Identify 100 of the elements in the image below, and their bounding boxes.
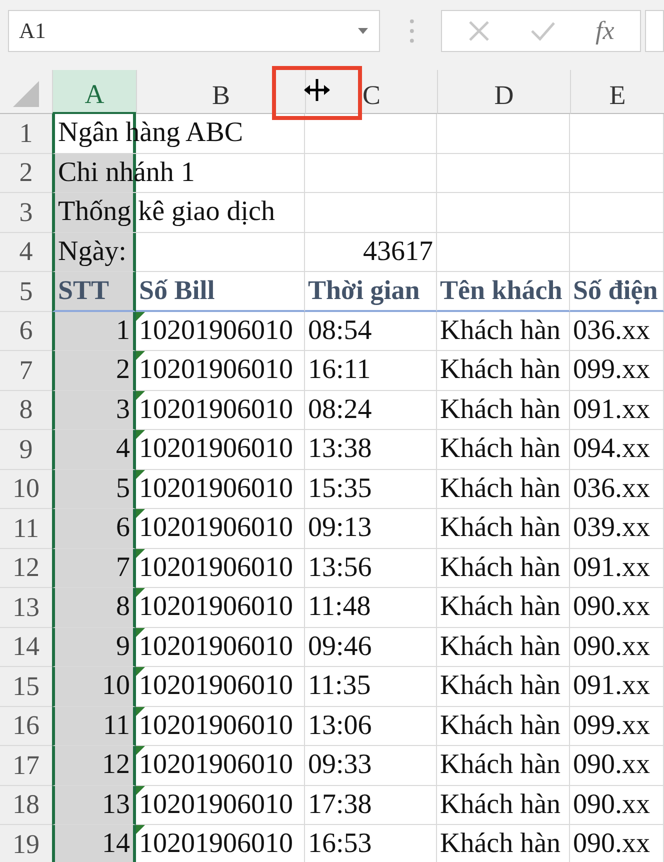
cell-text: 090.xx — [573, 630, 650, 663]
row-header[interactable]: 11 — [0, 509, 52, 548]
error-indicator-icon — [136, 509, 145, 518]
cell-text: Số Bill — [139, 275, 215, 306]
empty-cell[interactable] — [437, 232, 570, 272]
error-indicator-icon — [136, 588, 145, 597]
row-header[interactable]: 15 — [0, 667, 52, 706]
row-header[interactable]: 16 — [0, 706, 52, 746]
cell-text: 11 — [103, 710, 130, 742]
empty-cell[interactable] — [437, 154, 570, 193]
cell-text: 10201906010 — [139, 394, 293, 426]
cell-text: 10201906010 — [139, 630, 293, 663]
cell-text: 16:11 — [308, 354, 371, 386]
cell-text: 13:38 — [308, 433, 372, 466]
column-header[interactable]: E — [570, 70, 664, 114]
cell-text: Ngày: — [58, 236, 126, 268]
column-header[interactable]: B — [136, 70, 305, 114]
row-header[interactable]: 5 — [0, 272, 52, 312]
cell-text: 090.xx — [573, 749, 650, 782]
cell-text: Thời gian — [308, 275, 420, 306]
error-indicator-icon — [136, 390, 145, 400]
row-header[interactable]: 10 — [0, 470, 52, 509]
grip-icon — [408, 18, 415, 44]
error-indicator-icon — [136, 312, 145, 320]
row-header[interactable]: 2 — [0, 154, 52, 193]
cell-text: 6 — [116, 512, 130, 544]
cell-text: Số điện — [573, 275, 658, 306]
column-header[interactable]: C — [305, 70, 437, 114]
cell-text: 10201906010 — [139, 512, 293, 544]
cell-text: 9 — [116, 630, 130, 663]
error-indicator-icon — [136, 548, 145, 558]
cell-text: 10201906010 — [139, 710, 293, 742]
cell-text: Khách hàn — [440, 630, 561, 663]
cell-text: 3 — [116, 394, 130, 426]
cell-text: 090.xx — [573, 788, 650, 821]
cell-text: Khách hàn — [440, 828, 561, 860]
row-header[interactable]: 18 — [0, 786, 52, 825]
cell-text: 090.xx — [573, 828, 650, 860]
cancel-icon[interactable] — [466, 19, 491, 43]
cell-text: 10201906010 — [139, 591, 293, 624]
cell-text: 099.xx — [573, 354, 650, 386]
cell-text: 10201906010 — [139, 472, 293, 505]
row-header[interactable]: 7 — [0, 351, 52, 390]
row-header[interactable]: 12 — [0, 548, 52, 588]
cell-text: 11:48 — [308, 591, 371, 624]
empty-cell[interactable] — [570, 114, 664, 154]
cell-text: Khách hàn — [440, 433, 561, 466]
error-indicator-icon — [136, 746, 145, 755]
cell-text: Khách hàn — [440, 314, 561, 347]
cell-text: 036.xx — [573, 314, 650, 347]
cell-text: 43617 — [363, 236, 433, 268]
row-header[interactable]: 14 — [0, 628, 52, 667]
caret-icon[interactable] — [356, 27, 369, 35]
empty-cell[interactable] — [570, 232, 664, 272]
row-header[interactable]: 9 — [0, 430, 52, 470]
cell-text: Khách hàn — [440, 749, 561, 782]
cell-text: Khách hàn — [440, 354, 561, 386]
cell-text: 15:35 — [308, 472, 372, 505]
cell-text: 10201906010 — [139, 552, 293, 584]
cell-text: 094.xx — [573, 433, 650, 466]
cell-text: 5 — [116, 472, 130, 505]
row-header[interactable]: 4 — [0, 232, 52, 272]
cell-text: 10201906010 — [139, 314, 293, 347]
row-header[interactable]: 19 — [0, 825, 52, 862]
error-indicator-icon — [136, 667, 145, 676]
cell-text: Khách hàn — [440, 788, 561, 821]
cell-text: 4 — [116, 433, 130, 466]
cell-text: 039.xx — [573, 512, 650, 544]
row-header[interactable]: 1 — [0, 114, 52, 154]
formula-field[interactable] — [644, 10, 664, 52]
insert-function-button[interactable]: fx — [596, 16, 614, 46]
cell-text: 17:38 — [308, 788, 372, 821]
select-all-icon[interactable] — [11, 79, 41, 109]
cell-text: Khách hàn — [440, 394, 561, 426]
cell-text: 08:24 — [308, 394, 372, 426]
row-header[interactable]: 17 — [0, 746, 52, 786]
cell-text: 13:56 — [308, 552, 372, 584]
column-header[interactable]: D — [437, 70, 570, 114]
cell-text: 09:33 — [308, 749, 372, 782]
row-header[interactable]: 13 — [0, 588, 52, 628]
empty-cell[interactable] — [570, 193, 664, 232]
empty-cell[interactable] — [437, 114, 570, 154]
cell-text: 1 — [116, 314, 130, 347]
empty-cell[interactable] — [437, 193, 570, 232]
error-indicator-icon — [136, 470, 145, 478]
cell-text: 8 — [116, 591, 130, 624]
cell-text: Khách hàn — [440, 591, 561, 624]
row-header[interactable]: 6 — [0, 312, 52, 351]
name-box[interactable]: A1 — [8, 10, 380, 52]
cell-text: 036.xx — [573, 472, 650, 505]
row-header[interactable]: 8 — [0, 390, 52, 430]
cell-text: 10201906010 — [139, 749, 293, 782]
row-header[interactable]: 3 — [0, 193, 52, 232]
empty-cell[interactable] — [570, 154, 664, 193]
cell-text: 091.xx — [573, 552, 650, 584]
cell-text: 09:13 — [308, 512, 372, 544]
error-indicator-icon — [136, 351, 145, 360]
column-header[interactable]: A — [52, 70, 136, 114]
cell-text: 10201906010 — [139, 433, 293, 466]
cell-text: 13:06 — [308, 710, 372, 742]
